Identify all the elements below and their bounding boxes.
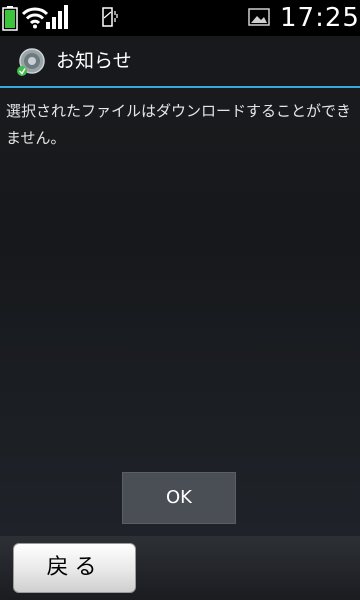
dialog-title: お知らせ [56, 50, 132, 72]
battery-icon [2, 6, 18, 31]
image-notify-icon [248, 8, 270, 26]
bottom-bar: 戻る [0, 536, 360, 600]
ok-button[interactable]: OK [122, 472, 236, 524]
dialog-message: 選択されたファイルはダウンロードすることができません。 [6, 102, 352, 147]
vibrate-icon [102, 7, 118, 27]
notice-dialog: お知らせ 選択されたファイルはダウンロードすることができません。 OK [0, 36, 360, 536]
signal-icon [46, 5, 68, 29]
back-button[interactable]: 戻る [13, 543, 136, 593]
status-bar: 17:25 [0, 0, 360, 36]
notice-icon [17, 48, 45, 76]
title-divider [0, 86, 360, 88]
status-clock: 17:25 [280, 3, 360, 33]
dialog-header: お知らせ [0, 36, 360, 86]
